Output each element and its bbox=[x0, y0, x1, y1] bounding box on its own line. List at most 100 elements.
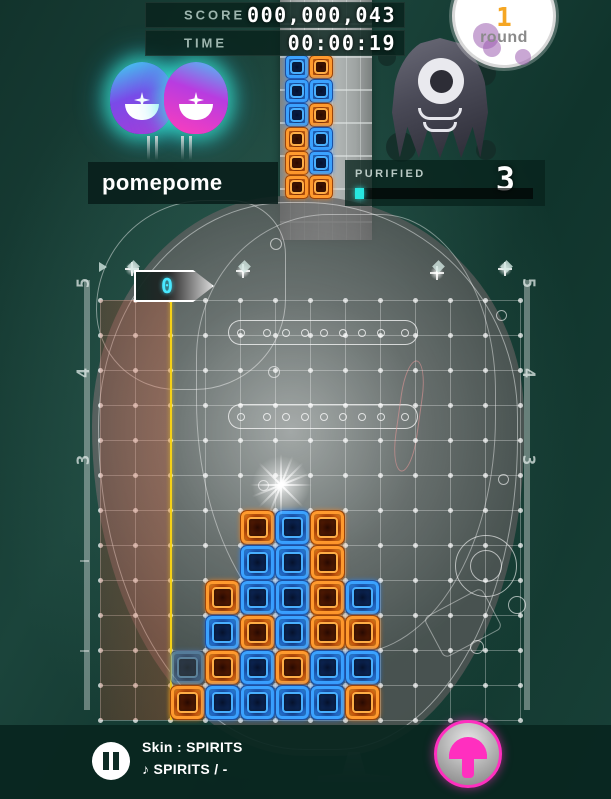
axis-label-right-4: 4 bbox=[518, 367, 539, 379]
grid-node bbox=[273, 403, 278, 408]
block-orange[interactable] bbox=[310, 545, 345, 580]
grid-node bbox=[343, 333, 348, 338]
block-blue[interactable] bbox=[345, 580, 380, 615]
block-blue[interactable] bbox=[240, 650, 275, 685]
block-blue[interactable] bbox=[170, 650, 205, 685]
grid-node bbox=[273, 368, 278, 373]
falling-block-orange[interactable] bbox=[285, 127, 309, 151]
block-blue[interactable] bbox=[205, 615, 240, 650]
falling-block-orange[interactable] bbox=[285, 151, 309, 175]
falling-block-blue[interactable] bbox=[309, 127, 333, 151]
falling-block-orange[interactable] bbox=[309, 175, 333, 199]
grid-node bbox=[483, 403, 488, 408]
block-blue[interactable] bbox=[275, 580, 310, 615]
grid-node bbox=[308, 298, 313, 303]
mushroom-item-icon bbox=[449, 737, 487, 778]
grid-node bbox=[378, 368, 383, 373]
falling-block-blue[interactable] bbox=[285, 79, 309, 103]
score-panel: SCORE 000,000,043 bbox=[145, 2, 405, 28]
guitar-screw-1 bbox=[270, 238, 282, 250]
block-orange[interactable] bbox=[275, 650, 310, 685]
grid-node bbox=[203, 403, 208, 408]
block-orange[interactable] bbox=[310, 580, 345, 615]
block-orange[interactable] bbox=[205, 580, 240, 615]
axis-label-left-5: 5 bbox=[74, 277, 95, 289]
block-blue[interactable] bbox=[205, 685, 240, 720]
grid-node bbox=[518, 298, 523, 303]
grid-node bbox=[483, 298, 488, 303]
grid-node bbox=[378, 298, 383, 303]
grid-node bbox=[413, 403, 418, 408]
falling-block-orange[interactable] bbox=[309, 55, 333, 79]
block-blue[interactable] bbox=[275, 545, 310, 580]
falling-block-orange[interactable] bbox=[285, 175, 309, 199]
falling-block-orange[interactable] bbox=[309, 103, 333, 127]
block-orange[interactable] bbox=[345, 685, 380, 720]
grid-node bbox=[378, 403, 383, 408]
grid-node bbox=[413, 368, 418, 373]
grid-node bbox=[448, 473, 453, 478]
block-blue[interactable] bbox=[310, 685, 345, 720]
grid-node bbox=[518, 473, 523, 478]
block-blue[interactable] bbox=[240, 580, 275, 615]
grid-node bbox=[483, 648, 488, 653]
ghost-arc bbox=[423, 122, 457, 132]
grid-node bbox=[343, 473, 348, 478]
grid-node bbox=[483, 473, 488, 478]
grid-node bbox=[308, 333, 313, 338]
falling-block-blue[interactable] bbox=[309, 151, 333, 175]
axis-tick bbox=[80, 650, 89, 652]
grid-node bbox=[448, 543, 453, 548]
grid-node bbox=[483, 508, 488, 513]
grid-node bbox=[448, 333, 453, 338]
grid-node bbox=[273, 333, 278, 338]
grid-node bbox=[273, 438, 278, 443]
grid-node bbox=[273, 473, 278, 478]
grid-node bbox=[308, 438, 313, 443]
block-blue[interactable] bbox=[240, 545, 275, 580]
falling-block-blue[interactable] bbox=[285, 55, 309, 79]
block-orange[interactable] bbox=[310, 615, 345, 650]
block-blue[interactable] bbox=[275, 510, 310, 545]
grid-node bbox=[238, 368, 243, 373]
block-orange[interactable] bbox=[240, 510, 275, 545]
grid-node bbox=[203, 438, 208, 443]
grid-node bbox=[203, 543, 208, 548]
grid-node bbox=[448, 718, 453, 723]
falling-block-blue[interactable] bbox=[285, 103, 309, 127]
game-screen: 5 4 3 5 4 3 0 SCORE 000,000,043 TIME 00:… bbox=[0, 0, 611, 799]
playfield[interactable] bbox=[98, 298, 523, 723]
block-orange[interactable] bbox=[240, 615, 275, 650]
avatar-mouth bbox=[179, 104, 213, 120]
grid-node bbox=[483, 333, 488, 338]
grid-node bbox=[448, 648, 453, 653]
grid-node bbox=[448, 613, 453, 618]
grid-node bbox=[413, 683, 418, 688]
falling-block-blue[interactable] bbox=[309, 79, 333, 103]
axis-label-left-4: 4 bbox=[74, 367, 95, 379]
axis-triangle-marker bbox=[99, 262, 107, 272]
block-blue[interactable] bbox=[275, 615, 310, 650]
block-orange[interactable] bbox=[310, 510, 345, 545]
block-blue[interactable] bbox=[275, 685, 310, 720]
grid-node bbox=[518, 403, 523, 408]
grid-node bbox=[203, 508, 208, 513]
time-label: TIME bbox=[184, 35, 228, 51]
grid-node bbox=[483, 368, 488, 373]
block-orange[interactable] bbox=[205, 650, 240, 685]
block-blue[interactable] bbox=[345, 650, 380, 685]
pause-icon[interactable] bbox=[92, 742, 130, 780]
grid-node bbox=[483, 613, 488, 618]
block-blue[interactable] bbox=[240, 685, 275, 720]
grid-node bbox=[238, 333, 243, 338]
block-orange[interactable] bbox=[170, 685, 205, 720]
block-orange[interactable] bbox=[345, 615, 380, 650]
purified-progress-bar bbox=[355, 188, 533, 199]
grid-node bbox=[413, 438, 418, 443]
grid-node bbox=[203, 333, 208, 338]
item-button[interactable] bbox=[434, 720, 502, 788]
grid-node bbox=[238, 438, 243, 443]
grid-node bbox=[203, 368, 208, 373]
block-blue[interactable] bbox=[310, 650, 345, 685]
grid-node bbox=[413, 648, 418, 653]
